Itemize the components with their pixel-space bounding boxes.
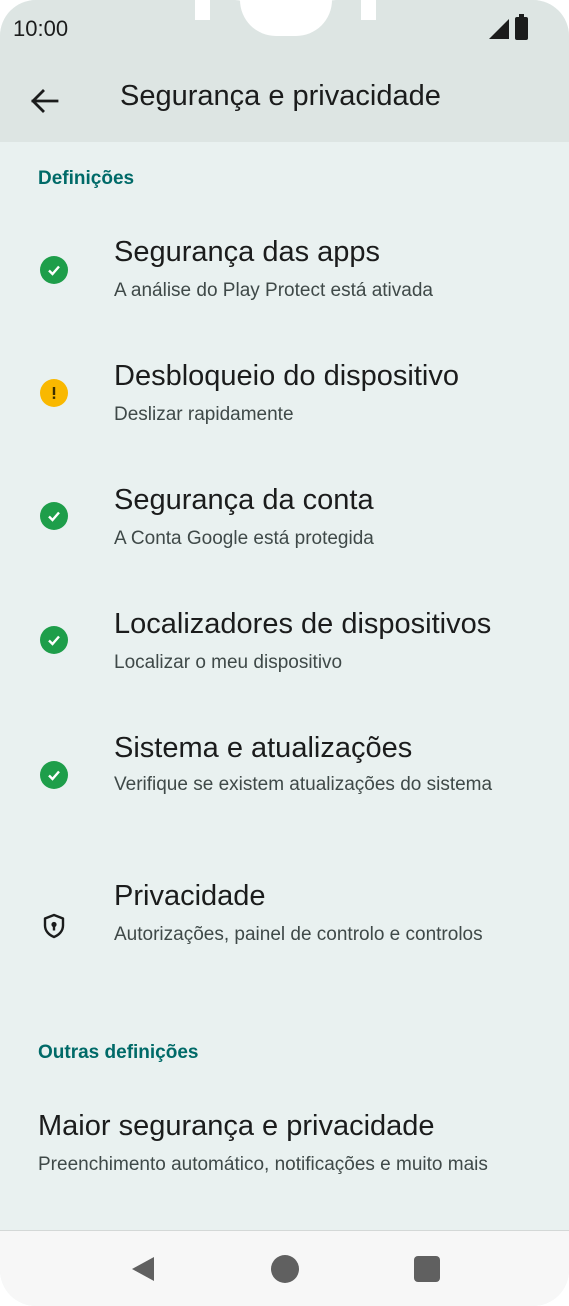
list-item-system-updates[interactable]: Sistema e atualizações Verifique se exis… (0, 724, 569, 844)
status-time: 10:00 (13, 16, 69, 41)
item-title: Maior segurança e privacidade (38, 1110, 435, 1142)
item-subtitle: Autorizações, painel de controlo e contr… (114, 924, 483, 945)
back-button[interactable] (20, 76, 70, 126)
item-subtitle: Localizar o meu dispositivo (114, 652, 343, 673)
item-title: Segurança da conta (114, 484, 374, 516)
status-bar: 10:00 (0, 0, 569, 62)
item-subtitle: A Conta Google está protegida (114, 528, 374, 549)
item-title: Sistema e atualizações (114, 732, 413, 764)
battery-icon (515, 14, 528, 40)
signal-icon (489, 19, 509, 39)
item-title: Desbloqueio do dispositivo (114, 360, 459, 392)
check-circle-icon (40, 256, 68, 284)
nav-back-icon[interactable] (130, 1255, 158, 1283)
list-item-app-security[interactable]: Segurança das apps A análise do Play Pro… (0, 228, 569, 328)
check-circle-icon (40, 761, 68, 789)
check-circle-icon (40, 502, 68, 530)
shield-lock-icon (40, 912, 68, 940)
list-item-more-security-privacy[interactable]: Maior segurança e privacidade Preenchime… (0, 1102, 569, 1212)
item-title: Segurança das apps (114, 236, 381, 268)
section-header-definicoes: Definições (38, 168, 135, 189)
item-subtitle: Preenchimento automático, notificações e… (38, 1154, 488, 1175)
warning-circle-icon (40, 379, 68, 407)
item-title: Localizadores de dispositivos (114, 608, 492, 640)
camera-notch (240, 0, 332, 36)
item-subtitle: Deslizar rapidamente (114, 404, 294, 425)
list-item-privacy[interactable]: Privacidade Autorizações, painel de cont… (0, 874, 569, 994)
item-title: Privacidade (114, 880, 266, 912)
nav-home-icon[interactable] (271, 1255, 299, 1283)
item-subtitle: Verifique se existem atualizações do sis… (114, 774, 493, 795)
arrow-left-icon (31, 89, 59, 113)
list-item-account-security[interactable]: Segurança da conta A Conta Google está p… (0, 476, 569, 576)
phone-screen: 10:00 Segurança e privacidade Definições… (0, 0, 569, 1306)
item-subtitle: A análise do Play Protect está ativada (114, 280, 433, 301)
section-header-outras-definicoes: Outras definições (38, 1042, 199, 1063)
check-circle-icon (40, 626, 68, 654)
page-title: Segurança e privacidade (120, 80, 441, 112)
system-navigation-bar (0, 1230, 569, 1306)
list-item-device-unlock[interactable]: Desbloqueio do dispositivo Deslizar rapi… (0, 352, 569, 452)
nav-recents-icon[interactable] (414, 1256, 440, 1282)
list-item-device-finders[interactable]: Localizadores de dispositivos Localizar … (0, 600, 569, 700)
app-bar: Segurança e privacidade (0, 62, 569, 142)
